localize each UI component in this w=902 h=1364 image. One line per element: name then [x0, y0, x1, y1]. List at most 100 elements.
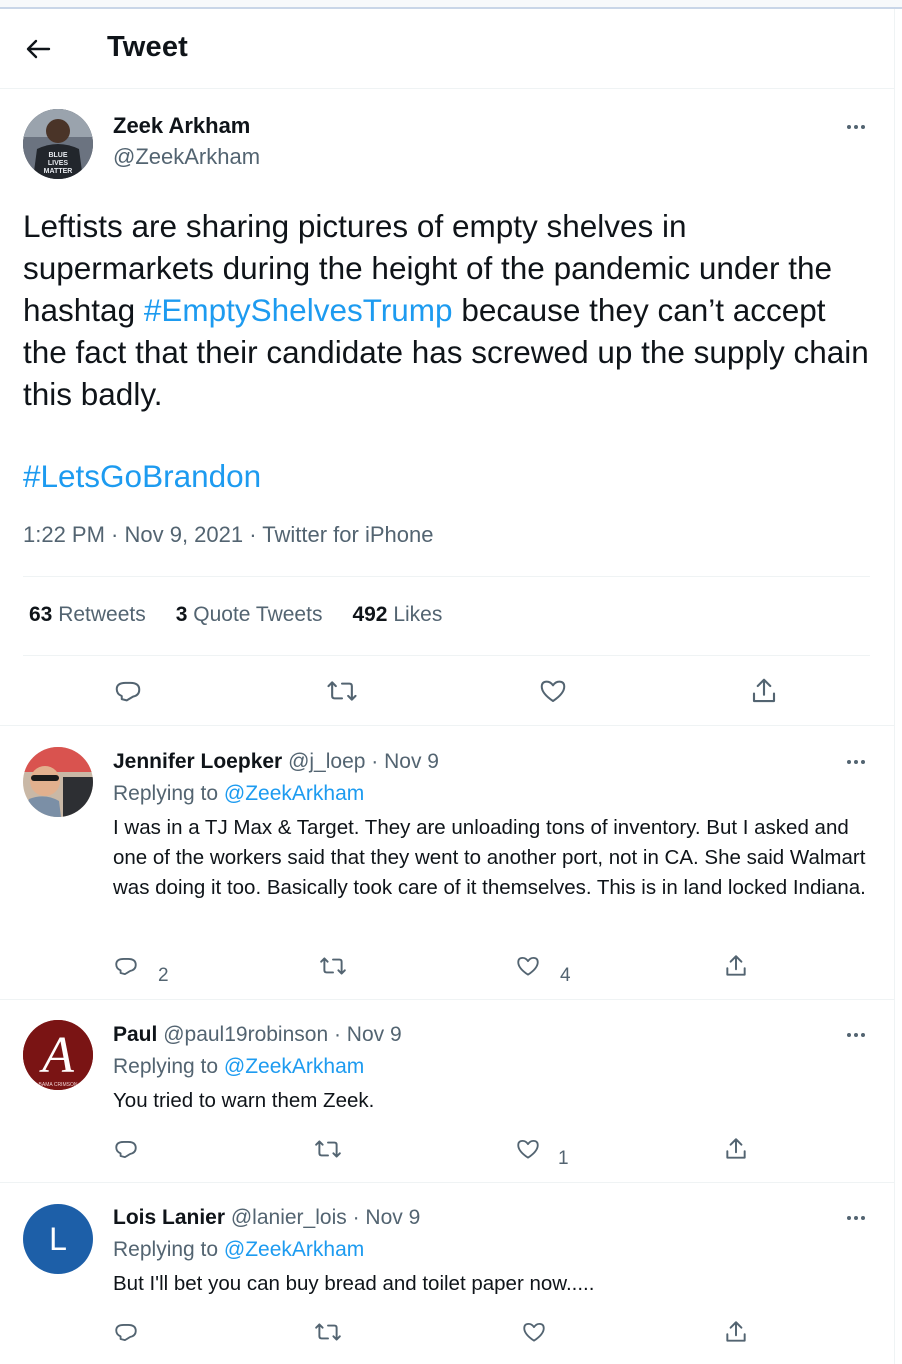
- like-icon: [517, 956, 539, 976]
- page-title: Tweet: [107, 31, 189, 63]
- reply-handle-date: @j_loep · Nov 9: [282, 750, 439, 773]
- retweets-stat[interactable]: 63 Retweets: [29, 603, 146, 627]
- replying-handle[interactable]: @ZeekArkham: [224, 782, 364, 805]
- share-button[interactable]: [721, 1134, 751, 1164]
- tweet-page: Tweet BLUE LIVES MATTER Zeek Arkham @Zee…: [0, 9, 895, 1364]
- reply-text: I was in a TJ Max & Target. They are unl…: [113, 816, 866, 899]
- likes-count: 492: [352, 603, 388, 626]
- tweet-timestamp[interactable]: 1:22 PM · Nov 9, 2021 · Twitter for iPho…: [23, 522, 433, 548]
- tweet-text: Leftists are sharing pictures of empty s…: [23, 205, 873, 415]
- reply-button[interactable]: [111, 1317, 141, 1347]
- share-button[interactable]: [746, 673, 782, 709]
- reply-avatar[interactable]: [23, 747, 93, 817]
- avatar-shirt-line2: LIVES: [48, 160, 69, 167]
- back-button[interactable]: [18, 31, 58, 67]
- reply-icon: [115, 681, 141, 702]
- replying-handle[interactable]: @ZeekArkham: [224, 1055, 364, 1078]
- avatar-shirt-line3: MATTER: [44, 168, 73, 175]
- quote-tweets-count: 3: [175, 603, 188, 626]
- reply-button[interactable]: [111, 1134, 141, 1164]
- replying-prefix: Replying to: [113, 1238, 224, 1261]
- more-options-button[interactable]: [841, 752, 871, 772]
- share-icon: [752, 678, 776, 703]
- share-button[interactable]: [721, 1317, 751, 1347]
- author-name[interactable]: Zeek Arkham: [113, 113, 250, 139]
- more-options-button[interactable]: [841, 1208, 871, 1228]
- reply-author: Lois Lanier @lanier_lois · Nov 9: [113, 1206, 420, 1230]
- retweet-icon: [315, 1323, 341, 1341]
- divider: [23, 576, 870, 577]
- reply-handle-date: @lanier_lois · Nov 9: [225, 1206, 421, 1229]
- author-handle[interactable]: @ZeekArkham: [113, 144, 260, 170]
- reply-author-name[interactable]: Lois Lanier: [113, 1206, 225, 1229]
- like-button[interactable]: [513, 951, 543, 981]
- like-count: 1: [558, 1148, 569, 1169]
- replying-handle[interactable]: @ZeekArkham: [224, 1238, 364, 1261]
- hashtag-letsgobrandon[interactable]: #LetsGoBrandon: [23, 455, 261, 497]
- back-arrow-icon: [26, 39, 51, 59]
- quote-tweets-label: Quote Tweets: [187, 603, 323, 626]
- like-button[interactable]: [519, 1317, 549, 1347]
- share-button[interactable]: [721, 951, 751, 981]
- avatar-initial: L: [49, 1220, 67, 1257]
- like-icon: [540, 680, 566, 702]
- retweet-button[interactable]: [318, 951, 348, 981]
- retweet-button[interactable]: [324, 673, 360, 709]
- quote-tweets-stat[interactable]: 3 Quote Tweets: [176, 603, 323, 627]
- browser-top-edge: [0, 0, 902, 9]
- share-icon: [726, 1138, 746, 1159]
- reply-icon: [115, 958, 137, 976]
- retweets-label: Retweets: [52, 603, 146, 626]
- more-options-button[interactable]: [841, 1025, 871, 1045]
- like-count: 4: [560, 965, 571, 986]
- author-avatar[interactable]: BLUE LIVES MATTER: [23, 109, 93, 179]
- retweet-button[interactable]: [313, 1317, 343, 1347]
- replying-to: Replying to @ZeekArkham: [113, 1055, 364, 1079]
- reply-text: But I'll bet you can buy bread and toile…: [113, 1272, 595, 1295]
- page-header: Tweet: [0, 9, 895, 89]
- likes-stat[interactable]: 492 Likes: [352, 603, 442, 627]
- replying-prefix: Replying to: [113, 782, 224, 805]
- reply-count: 2: [158, 965, 169, 986]
- reply-avatar[interactable]: A BAMA CRIMSON: [23, 1020, 93, 1090]
- reply-icon: [115, 1324, 137, 1342]
- likes-label: Likes: [387, 603, 443, 626]
- like-button[interactable]: [513, 1134, 543, 1164]
- retweet-icon: [315, 1140, 341, 1158]
- reply-button[interactable]: [110, 673, 146, 709]
- replying-prefix: Replying to: [113, 1055, 224, 1078]
- retweet-button[interactable]: [313, 1134, 343, 1164]
- share-icon: [726, 955, 746, 976]
- hashtag-emptyshelvestrump[interactable]: #EmptyShelvesTrump: [144, 292, 453, 328]
- reply-button[interactable]: [111, 951, 141, 981]
- avatar-shirt-line1: BLUE: [48, 152, 67, 159]
- retweet-icon: [320, 957, 346, 975]
- divider: [23, 655, 870, 656]
- more-options-button[interactable]: [841, 117, 871, 137]
- more-icon: [847, 1033, 851, 1037]
- tweet-stats: 63 Retweets 3 Quote Tweets 492 Likes: [29, 603, 442, 627]
- more-icon: [847, 1216, 851, 1220]
- share-icon: [726, 1321, 746, 1342]
- reply-icon: [115, 1141, 137, 1159]
- reply-text: You tried to warn them Zeek.: [113, 1089, 375, 1112]
- retweets-count: 63: [29, 603, 53, 626]
- more-icon: [847, 760, 851, 764]
- avatar-logo-letter: A: [39, 1027, 74, 1084]
- replying-to: Replying to @ZeekArkham: [113, 1238, 364, 1262]
- reply-avatar[interactable]: L: [23, 1204, 93, 1274]
- avatar-logo: A BAMA CRIMSON: [23, 1020, 93, 1090]
- replying-to: Replying to @ZeekArkham: [113, 782, 364, 806]
- divider: [0, 1182, 895, 1183]
- like-button[interactable]: [535, 673, 571, 709]
- reply-author-name[interactable]: Jennifer Loepker: [113, 750, 282, 773]
- reply-author-name[interactable]: Paul: [113, 1023, 157, 1046]
- like-icon: [523, 1322, 545, 1342]
- avatar-logo-subtext: BAMA CRIMSON: [39, 1082, 78, 1088]
- avatar-photo: BLUE LIVES MATTER: [23, 109, 93, 179]
- avatar-photo: [23, 747, 93, 817]
- divider: [0, 999, 895, 1000]
- reply-author: Paul @paul19robinson · Nov 9: [113, 1023, 402, 1047]
- retweet-icon: [327, 681, 357, 701]
- divider: [0, 725, 895, 726]
